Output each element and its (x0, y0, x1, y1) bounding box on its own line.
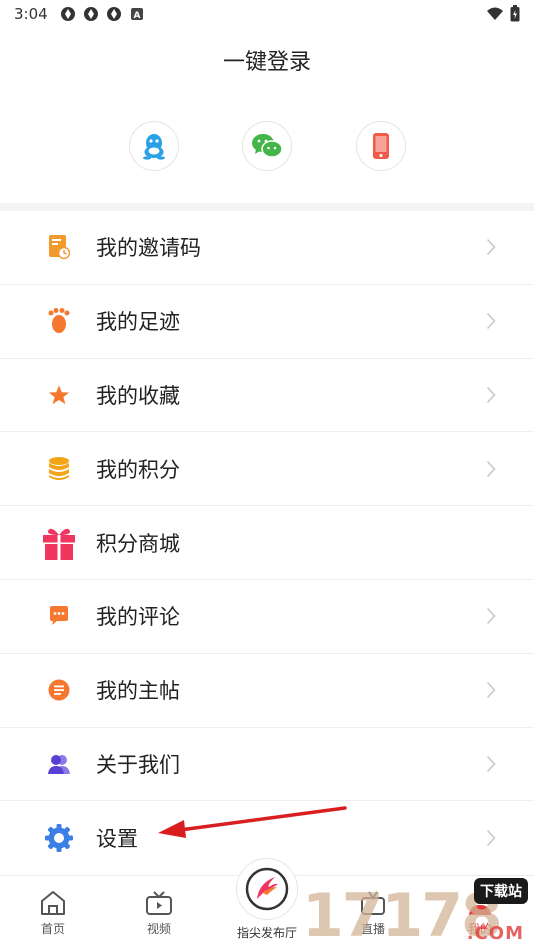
qq-login-button[interactable] (129, 121, 179, 171)
chevron-right-icon (486, 682, 496, 699)
profile-icon (469, 892, 491, 915)
status-bar: 3:04 A (0, 0, 534, 28)
wifi-icon (487, 7, 503, 20)
tv-icon (146, 891, 172, 915)
page-title: 一键登录 (222, 50, 311, 75)
chevron-right-icon (486, 608, 496, 625)
menu-item-about-us[interactable]: 关于我们 (0, 728, 534, 802)
menu-item-label: 我的收藏 (96, 383, 180, 408)
menu-item-label: 我的足迹 (96, 310, 180, 335)
chevron-right-icon (486, 830, 496, 847)
app-notification-icon (106, 7, 121, 21)
chevron-right-icon (486, 386, 496, 404)
nav-label: 视频 (146, 922, 171, 936)
comment-icon (44, 601, 74, 631)
nav-label: 指尖发布厅 (236, 926, 297, 940)
nav-label: 直播 (360, 922, 385, 936)
brand-logo-icon (245, 867, 289, 911)
login-options (0, 121, 534, 173)
invite-code-icon (44, 232, 74, 262)
app-notification-icon (83, 7, 98, 21)
menu-item-label: 我的邀请码 (96, 236, 201, 261)
chevron-right-icon (486, 239, 496, 256)
nav-mine[interactable]: 我的 (440, 890, 520, 937)
menu-item-label: 我的主帖 (96, 679, 180, 704)
footprint-icon (44, 306, 74, 336)
chevron-right-icon (486, 313, 496, 330)
home-icon (41, 891, 65, 915)
status-notification-icons: A (60, 6, 145, 22)
coins-icon (44, 454, 74, 484)
gear-icon (44, 823, 74, 853)
gift-icon (40, 524, 78, 562)
letter-a-icon: A (130, 8, 143, 21)
menu-list: 我的邀请码 我的足迹 我的收藏 我的积分 积分商城 我的评论 我的主帖 关于我们… (0, 211, 534, 875)
wechat-icon (252, 134, 283, 158)
menu-item-favorites[interactable]: 我的收藏 (0, 359, 534, 433)
phone-login-button[interactable] (356, 121, 406, 171)
nav-live[interactable]: 直播 (333, 890, 413, 937)
wechat-login-button[interactable] (242, 121, 292, 171)
menu-item-label: 关于我们 (96, 752, 180, 777)
nav-video[interactable]: 视频 (119, 890, 199, 937)
nav-center-circle (236, 858, 298, 920)
qq-icon (143, 134, 165, 160)
menu-item-invite-code[interactable]: 我的邀请码 (0, 211, 534, 285)
nav-label: 首页 (40, 922, 65, 936)
nav-label: 我的 (467, 922, 492, 936)
menu-item-points-mall[interactable]: 积分商城 (0, 506, 534, 580)
star-icon (44, 380, 74, 410)
chevron-right-icon (486, 755, 496, 773)
svg-text:A: A (133, 11, 140, 21)
menu-item-label: 积分商城 (96, 531, 180, 556)
menu-item-posts[interactable]: 我的主帖 (0, 654, 534, 728)
chevron-right-icon (486, 460, 496, 477)
status-right-icons (486, 5, 520, 22)
menu-item-label: 我的积分 (96, 457, 180, 482)
bottom-nav: 首页 视频 指尖发布厅 直播 我的 (0, 858, 534, 950)
nav-home[interactable]: 首页 (13, 890, 93, 937)
users-icon (44, 749, 74, 779)
menu-item-label: 我的评论 (96, 605, 180, 630)
nav-publish-hall[interactable]: 指尖发布厅 (232, 858, 302, 941)
section-divider (0, 203, 534, 211)
app-notification-icon (60, 7, 75, 21)
menu-item-label: 设置 (96, 827, 138, 852)
menu-item-comments[interactable]: 我的评论 (0, 580, 534, 654)
post-icon (44, 675, 74, 705)
status-time: 3:04 (14, 5, 48, 23)
battery-icon (510, 5, 520, 22)
live-icon (361, 891, 385, 915)
phone-icon (373, 133, 389, 159)
menu-item-footprint[interactable]: 我的足迹 (0, 285, 534, 359)
menu-item-points[interactable]: 我的积分 (0, 432, 534, 507)
